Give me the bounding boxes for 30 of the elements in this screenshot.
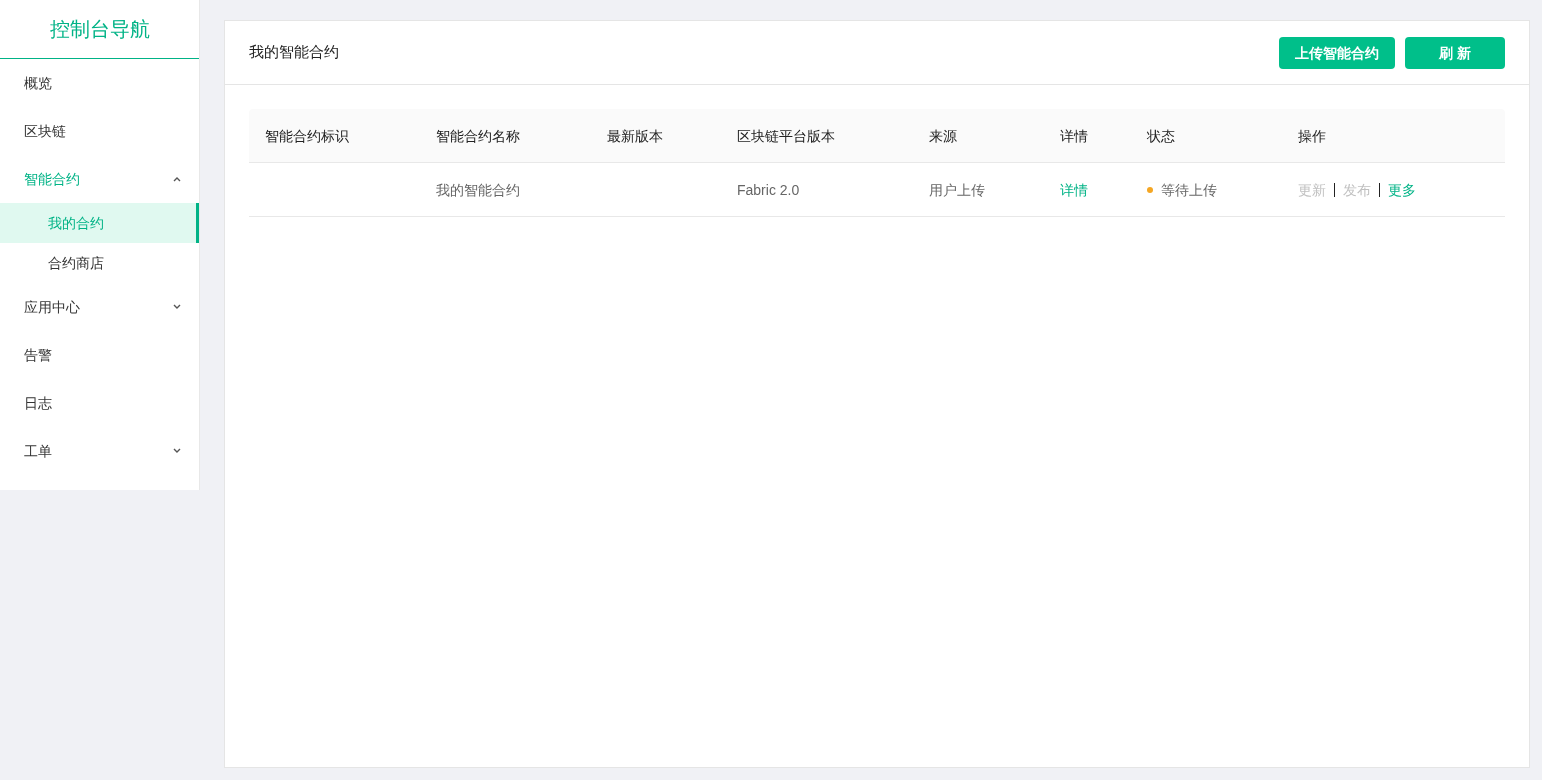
sidebar-item[interactable]: 工单	[0, 427, 199, 475]
column-header: 智能合约标识	[265, 127, 349, 144]
page-title: 我的智能合约	[249, 42, 339, 63]
caret-icon	[173, 448, 181, 454]
table-cell: 我的智能合约	[436, 181, 520, 198]
status-text: 等待上传	[1161, 180, 1217, 200]
row-action-link[interactable]: 更多	[1388, 179, 1416, 200]
column-header: 来源	[929, 127, 957, 144]
sidebar-item[interactable]: 应用中心	[0, 283, 199, 331]
action-button[interactable]: 上传智能合约	[1279, 36, 1395, 69]
sidebar-item[interactable]: 告警	[0, 331, 199, 379]
sidebar-item[interactable]: 智能合约	[0, 155, 199, 203]
caret-icon	[173, 176, 181, 182]
column-header: 操作	[1298, 127, 1326, 144]
detail-link[interactable]: 详情	[1060, 181, 1088, 198]
sidebar-subitem[interactable]: 合约商店	[0, 243, 199, 283]
sidebar-item[interactable]: 日志	[0, 379, 199, 427]
column-header: 智能合约名称	[436, 127, 520, 144]
sidebar-subitem[interactable]: 我的合约	[0, 203, 199, 243]
column-header: 详情	[1060, 127, 1088, 144]
column-header: 区块链平台版本	[737, 127, 835, 144]
sidebar-item[interactable]: 概览	[0, 59, 199, 107]
sidebar-item[interactable]: 区块链	[0, 107, 199, 155]
table-cell: 用户上传	[929, 181, 985, 198]
table-cell: Fabric 2.0	[737, 181, 800, 198]
action-button[interactable]: 刷 新	[1405, 36, 1505, 69]
column-header: 最新版本	[607, 127, 663, 144]
caret-icon	[173, 304, 181, 310]
sidebar-title: 控制台导航	[49, 17, 150, 42]
column-header: 状态	[1147, 127, 1175, 144]
